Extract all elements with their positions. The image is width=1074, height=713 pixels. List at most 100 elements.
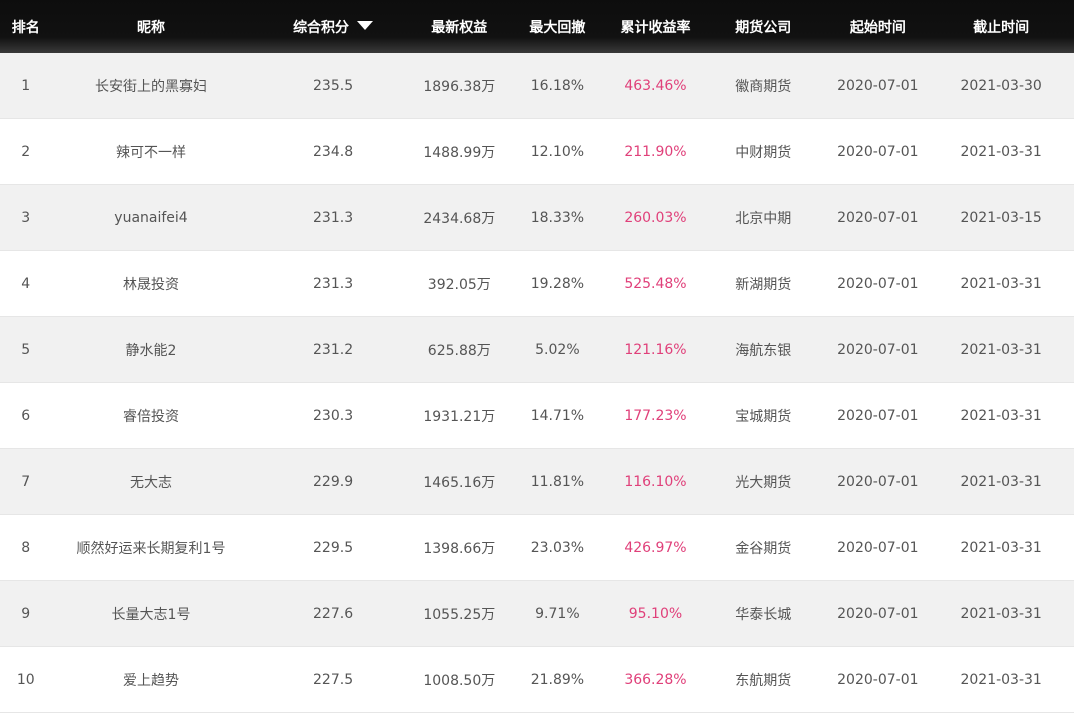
cell-end: 2021-03-31 bbox=[960, 539, 1042, 556]
col-header-score-label: 综合积分 bbox=[293, 19, 350, 36]
cell-drawdown: 16.18% bbox=[530, 77, 585, 94]
cell-drawdown: 19.28% bbox=[530, 275, 585, 292]
table-body: 1 长安街上的黑寡妇 235.5 1896.38万 16.18% 463.46% 徽商期货 2… bbox=[0, 53, 1074, 713]
table-header: 排名 昵称 综合积分 最新权益 最大回撤 累计收益率 期货公司 起始时间 截止时… bbox=[0, 0, 1074, 53]
cell-end: 2021-03-15 bbox=[960, 209, 1042, 226]
table-row[interactable]: 9 长量大志1号 227.6 1055.25万 9.71% 95.10% 华泰长城 2020-… bbox=[0, 581, 1074, 647]
cell-company: 宝城期货 bbox=[735, 408, 792, 425]
cell-rank: 9 bbox=[21, 605, 31, 622]
cell-nickname[interactable]: 辣可不一样 bbox=[51, 142, 250, 162]
cell-rank: 4 bbox=[21, 275, 31, 292]
cell-score: 227.6 bbox=[313, 605, 354, 622]
col-header-drawdown[interactable]: 最大回撤 bbox=[503, 17, 612, 37]
triangle-down-icon[interactable] bbox=[357, 21, 374, 30]
col-header-start[interactable]: 起始时间 bbox=[827, 17, 928, 37]
col-header-score[interactable]: 综合积分 bbox=[251, 17, 416, 37]
cell-nickname[interactable]: 静水能2 bbox=[51, 340, 250, 360]
cell-company: 金谷期货 bbox=[735, 540, 792, 557]
cell-start: 2020-07-01 bbox=[837, 605, 919, 622]
cell-company: 新湖期货 bbox=[735, 276, 792, 293]
cell-drawdown: 18.33% bbox=[530, 209, 585, 226]
table-row[interactable]: 10 爱上趋势 227.5 1008.50万 21.89% 366.28% 东航期货 2020… bbox=[0, 647, 1074, 713]
cell-score: 235.5 bbox=[313, 77, 354, 94]
cell-score: 229.9 bbox=[313, 473, 354, 490]
cell-nickname[interactable]: 顺然好运来长期复利1号 bbox=[51, 538, 250, 558]
col-header-equity[interactable]: 最新权益 bbox=[416, 17, 503, 37]
cell-return: 260.03% bbox=[624, 209, 687, 226]
cell-return: 366.28% bbox=[624, 671, 687, 688]
cell-equity: 392.05万 bbox=[427, 276, 491, 293]
cell-nickname[interactable]: 睿倍投资 bbox=[51, 406, 250, 426]
col-header-company[interactable]: 期货公司 bbox=[699, 17, 827, 37]
cell-end: 2021-03-31 bbox=[960, 143, 1042, 160]
cell-score: 230.3 bbox=[313, 407, 354, 424]
col-header-nickname[interactable]: 昵称 bbox=[51, 17, 250, 37]
cell-drawdown: 9.71% bbox=[535, 605, 580, 622]
cell-score: 231.3 bbox=[313, 275, 354, 292]
cell-nickname[interactable]: 长安街上的黑寡妇 bbox=[51, 76, 250, 96]
cell-equity: 625.88万 bbox=[427, 342, 491, 359]
cell-company: 东航期货 bbox=[735, 672, 792, 689]
cell-rank: 10 bbox=[16, 671, 35, 688]
cell-company: 光大期货 bbox=[735, 474, 792, 491]
cell-return: 211.90% bbox=[624, 143, 687, 160]
cell-equity: 1008.50万 bbox=[423, 672, 496, 689]
cell-start: 2020-07-01 bbox=[837, 143, 919, 160]
table-row[interactable]: 3 yuanaifei4 231.3 2434.68万 18.33% 260.03% 北京中… bbox=[0, 185, 1074, 251]
cell-rank: 8 bbox=[21, 539, 31, 556]
cell-start: 2020-07-01 bbox=[837, 473, 919, 490]
cell-company: 华泰长城 bbox=[735, 606, 792, 623]
cell-drawdown: 14.71% bbox=[530, 407, 585, 424]
cell-nickname[interactable]: yuanaifei4 bbox=[51, 210, 250, 226]
cell-return: 95.10% bbox=[628, 605, 683, 622]
col-header-rank[interactable]: 排名 bbox=[0, 17, 51, 37]
table-row[interactable]: 4 林晟投资 231.3 392.05万 19.28% 525.48% 新湖期货 2020-0… bbox=[0, 251, 1074, 317]
cell-end: 2021-03-31 bbox=[960, 275, 1042, 292]
cell-equity: 1465.16万 bbox=[423, 474, 496, 491]
cell-equity: 2434.68万 bbox=[423, 210, 496, 227]
cell-nickname[interactable]: 林晟投资 bbox=[51, 274, 250, 294]
cell-rank: 3 bbox=[21, 209, 31, 226]
col-header-end[interactable]: 截止时间 bbox=[928, 17, 1074, 37]
cell-start: 2020-07-01 bbox=[837, 209, 919, 226]
cell-start: 2020-07-01 bbox=[837, 407, 919, 424]
cell-drawdown: 21.89% bbox=[530, 671, 585, 688]
cell-company: 徽商期货 bbox=[735, 78, 792, 95]
cell-nickname[interactable]: 长量大志1号 bbox=[51, 604, 250, 624]
cell-return: 426.97% bbox=[624, 539, 687, 556]
cell-return: 177.23% bbox=[624, 407, 687, 424]
cell-end: 2021-03-31 bbox=[960, 473, 1042, 490]
cell-nickname[interactable]: 爱上趋势 bbox=[51, 670, 250, 690]
cell-score: 231.3 bbox=[313, 209, 354, 226]
cell-drawdown: 12.10% bbox=[530, 143, 585, 160]
cell-start: 2020-07-01 bbox=[837, 275, 919, 292]
cell-end: 2021-03-30 bbox=[960, 77, 1042, 94]
table-row[interactable]: 2 辣可不一样 234.8 1488.99万 12.10% 211.90% 中财期货 2020… bbox=[0, 119, 1074, 185]
cell-score: 229.5 bbox=[313, 539, 354, 556]
table-row[interactable]: 6 睿倍投资 230.3 1931.21万 14.71% 177.23% 宝城期货 2020-… bbox=[0, 383, 1074, 449]
cell-equity: 1896.38万 bbox=[423, 78, 496, 95]
cell-company: 海航东银 bbox=[735, 342, 792, 359]
cell-end: 2021-03-31 bbox=[960, 605, 1042, 622]
cell-drawdown: 23.03% bbox=[530, 539, 585, 556]
cell-nickname[interactable]: 无大志 bbox=[51, 472, 250, 492]
cell-drawdown: 5.02% bbox=[535, 341, 580, 358]
cell-drawdown: 11.81% bbox=[530, 473, 585, 490]
ranking-table: 排名 昵称 综合积分 最新权益 最大回撤 累计收益率 期货公司 起始时间 截止时… bbox=[0, 0, 1074, 713]
table-row[interactable]: 8 顺然好运来长期复利1号 229.5 1398.66万 23.03% 426.97% 金谷… bbox=[0, 515, 1074, 581]
cell-equity: 1488.99万 bbox=[423, 144, 496, 161]
col-header-return[interactable]: 累计收益率 bbox=[612, 17, 699, 37]
cell-rank: 2 bbox=[21, 143, 31, 160]
cell-start: 2020-07-01 bbox=[837, 539, 919, 556]
cell-return: 116.10% bbox=[624, 473, 687, 490]
cell-end: 2021-03-31 bbox=[960, 341, 1042, 358]
cell-score: 231.2 bbox=[313, 341, 354, 358]
cell-end: 2021-03-31 bbox=[960, 671, 1042, 688]
cell-score: 234.8 bbox=[313, 143, 354, 160]
cell-return: 121.16% bbox=[624, 341, 687, 358]
cell-start: 2020-07-01 bbox=[837, 671, 919, 688]
table-row[interactable]: 1 长安街上的黑寡妇 235.5 1896.38万 16.18% 463.46% 徽商期货 2… bbox=[0, 53, 1074, 119]
table-row[interactable]: 5 静水能2 231.2 625.88万 5.02% 121.16% 海航东银 2020-07… bbox=[0, 317, 1074, 383]
cell-rank: 5 bbox=[21, 341, 31, 358]
table-row[interactable]: 7 无大志 229.9 1465.16万 11.81% 116.10% 光大期货 2020-0… bbox=[0, 449, 1074, 515]
